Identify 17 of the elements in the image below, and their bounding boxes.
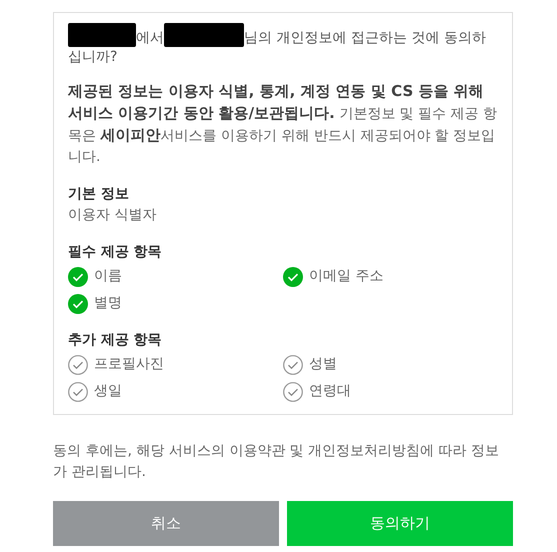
- section-title: 기본 정보: [68, 185, 130, 204]
- item-label: 이름: [94, 267, 122, 286]
- section-value: 이용자 식별자: [68, 206, 158, 225]
- item-label: 성별: [309, 355, 337, 374]
- item-label: 생일: [94, 382, 122, 401]
- agree-button[interactable]: 동의하기: [287, 501, 513, 546]
- section-title: 필수 제공 항목: [68, 243, 163, 262]
- section-title: 추가 제공 항목: [68, 331, 163, 350]
- item-label: 별명: [94, 294, 122, 313]
- redaction-mark: [68, 23, 136, 47]
- item-label: 프로필사진: [94, 355, 164, 374]
- cancel-button[interactable]: 취소: [53, 501, 279, 546]
- item-label: 연령대: [309, 382, 351, 401]
- consent-question: 에서 님의 개인정보에 접근하는 것에 동의하십니까?: [68, 23, 498, 67]
- notice-text: 동의 후에는, 해당 서비스의 이용약관 및 개인정보처리방침에 따라 정보가 관리됩니다.: [53, 442, 500, 482]
- purpose-paragraph: 제공된 정보는 이용자 식별, 통계, 계정 연동 및 CS 등을 위해 서비스 이용기간 동안 활용/보관됩니다. 기본정보 및 필수 제공 항목은 세이피안서비스를 이용하기 위해 반드시 제공되어야 할 정보입니다.: [68, 81, 498, 167]
- item-label: 이메일 주소: [309, 267, 384, 286]
